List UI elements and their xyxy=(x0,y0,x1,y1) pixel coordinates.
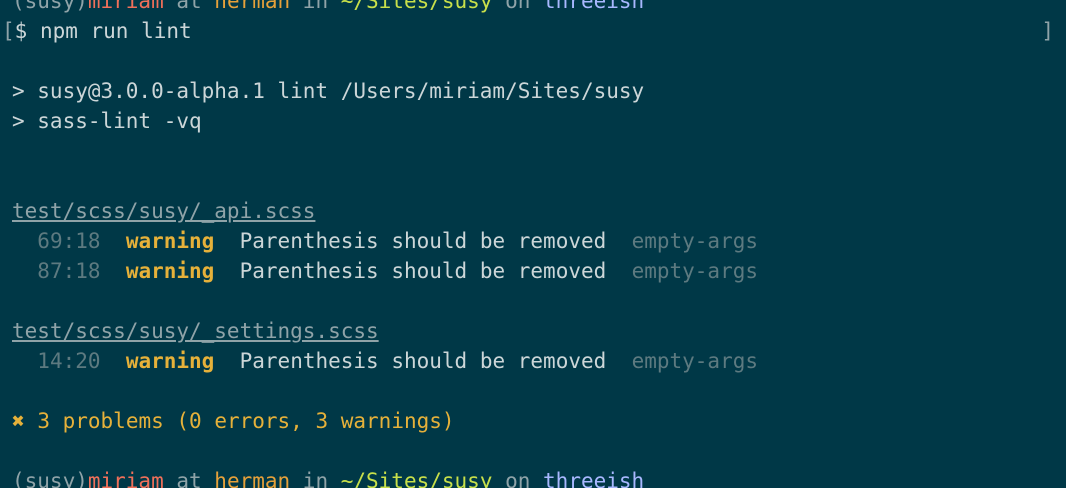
file-path: test/scss/susy/_settings.scss xyxy=(12,319,379,343)
terminal-window[interactable]: (susy)miriam at herman in ~/Sites/susy o… xyxy=(0,0,1066,488)
prompt-on: on xyxy=(492,469,544,488)
issue-message: Parenthesis should be removed xyxy=(239,229,607,253)
script-output-line: > susy@3.0.0-alpha.1 lint /Users/miriam/… xyxy=(12,79,645,103)
prompt-in: in xyxy=(290,469,341,488)
prompt-branch: threeish xyxy=(543,469,645,488)
command-bracket-open: [ xyxy=(2,19,15,43)
issue-message: Parenthesis should be removed xyxy=(239,259,607,283)
cross-icon: ✖ xyxy=(12,409,25,433)
issue-level: warning xyxy=(125,229,215,253)
lint-issue-row: 69:18 warning Parenthesis should be remo… xyxy=(12,226,758,256)
lint-summary: ✖ 3 problems (0 errors, 3 warnings) xyxy=(12,406,455,436)
prompt-user: miriam xyxy=(87,0,164,13)
prompt-path: ~/Sites/susy xyxy=(340,469,493,488)
prompt-branch: threeish xyxy=(543,0,645,13)
command-line[interactable]: [$ npm run lint xyxy=(2,16,192,46)
prompt-env: (susy) xyxy=(12,0,88,13)
lint-issue-row: 14:20 warning Parenthesis should be remo… xyxy=(12,346,758,376)
lint-issue-row: 87:18 warning Parenthesis should be remo… xyxy=(12,256,758,286)
lint-file-name: test/scss/susy/_settings.scss xyxy=(12,316,379,346)
prompt-at: at xyxy=(163,469,215,488)
prompt-host: herman xyxy=(214,0,291,13)
summary-text: 3 problems (0 errors, 3 warnings) xyxy=(37,409,455,433)
prompt-env: (susy) xyxy=(12,469,88,488)
prompt-on: on xyxy=(492,0,544,13)
issue-level: warning xyxy=(125,259,215,283)
issue-location: 87:18 xyxy=(37,259,101,283)
script-output-line: > sass-lint -vq xyxy=(12,109,202,133)
issue-rule: empty-args xyxy=(631,349,759,373)
issue-level: warning xyxy=(125,349,215,373)
issue-rule: empty-args xyxy=(631,229,759,253)
prompt-line-bottom: (susy)miriam at herman in ~/Sites/susy o… xyxy=(12,466,644,488)
issue-location: 69:18 xyxy=(37,229,101,253)
file-path: test/scss/susy/_api.scss xyxy=(12,199,316,223)
issue-rule: empty-args xyxy=(631,259,759,283)
issue-message: Parenthesis should be removed xyxy=(239,349,607,373)
command-bracket-close: ] xyxy=(1041,19,1054,43)
prompt-line-top: (susy)miriam at herman in ~/Sites/susy o… xyxy=(12,0,644,16)
prompt-in: in xyxy=(290,0,341,13)
prompt-host: herman xyxy=(214,469,291,488)
lint-file-name: test/scss/susy/_api.scss xyxy=(12,196,315,226)
prompt-path: ~/Sites/susy xyxy=(340,0,493,13)
prompt-user: miriam xyxy=(87,469,164,488)
issue-location: 14:20 xyxy=(37,349,101,373)
prompt-at: at xyxy=(163,0,215,13)
command-text: $ npm run lint xyxy=(14,19,192,43)
